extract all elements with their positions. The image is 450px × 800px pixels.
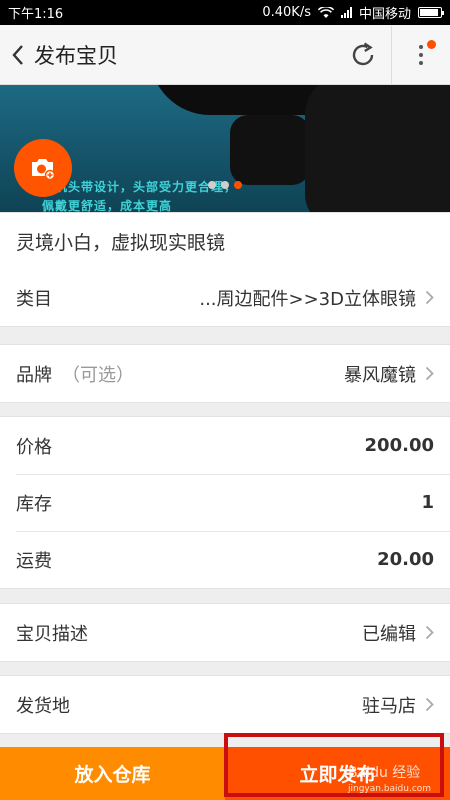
battery-icon <box>418 7 444 18</box>
baidu-watermark: Baidu 经验 jingyan.baidu.com <box>348 762 431 794</box>
category-value: ...周边配件>>3D立体眼镜 <box>199 288 416 310</box>
status-indicators: 0.40K/s 中国移动 <box>262 3 444 22</box>
stock-label: 库存 <box>16 493 52 515</box>
status-time: 下午1:16 <box>8 7 64 22</box>
chevron-right-icon <box>418 697 434 712</box>
page-title: 发布宝贝 <box>34 43 118 68</box>
origin-value: 驻马店 <box>362 695 416 717</box>
vr-padding-image <box>305 85 450 212</box>
brand-group: 品牌 （可选） 暴风魔镜 <box>0 344 450 403</box>
more-icon <box>419 44 423 65</box>
price-label: 价格 <box>16 436 52 458</box>
price-row[interactable]: 价格 200.00 <box>0 417 450 474</box>
carousel-indicator <box>208 181 242 189</box>
brand-value: 暴风魔镜 <box>344 364 416 386</box>
chevron-left-icon <box>12 44 23 65</box>
origin-row[interactable]: 发货地 驻马店 <box>0 676 450 733</box>
signal-icon <box>340 7 352 18</box>
stock-row[interactable]: 库存 1 <box>0 474 450 531</box>
chevron-right-icon <box>418 290 434 305</box>
description-row[interactable]: 宝贝描述 已编辑 <box>0 604 450 661</box>
product-title-input[interactable]: 灵境小白，虚拟现实眼镜 <box>0 213 450 269</box>
brand-label: 品牌 <box>16 364 52 386</box>
brand-row[interactable]: 品牌 （可选） 暴风魔镜 <box>0 345 450 402</box>
carousel-dot-active <box>234 181 242 189</box>
add-photo-button[interactable] <box>14 139 72 197</box>
price-value[interactable]: 200.00 <box>52 435 434 456</box>
description-group: 宝贝描述 已编辑 <box>0 603 450 662</box>
more-button[interactable] <box>392 25 450 85</box>
description-label: 宝贝描述 <box>16 623 88 645</box>
chevron-right-icon <box>418 625 434 640</box>
vr-headset-image <box>230 115 310 185</box>
nav-bar: 发布宝贝 <box>0 25 450 85</box>
category-row[interactable]: 类目 ...周边配件>>3D立体眼镜 <box>0 269 450 326</box>
refresh-button[interactable] <box>335 25 391 85</box>
basic-info-group: 灵境小白，虚拟现实眼镜 类目 ...周边配件>>3D立体眼镜 <box>0 212 450 327</box>
brand-optional-hint: （可选） <box>62 364 134 386</box>
chevron-right-icon <box>418 366 434 381</box>
back-button[interactable] <box>2 25 34 85</box>
wifi-icon <box>317 6 334 18</box>
refresh-icon <box>352 42 374 65</box>
pricing-group: 价格 200.00 库存 1 运费 20.00 <box>0 416 450 589</box>
carousel-dot <box>208 181 216 189</box>
status-bar: 下午1:16 0.40K/s 中国移动 <box>0 0 450 25</box>
save-to-warehouse-button[interactable]: 放入仓库 <box>0 747 225 800</box>
stock-value[interactable]: 1 <box>52 492 434 513</box>
network-speed: 0.40K/s <box>262 5 311 20</box>
watermark-brand: Baidu 经验 <box>348 765 421 781</box>
category-label: 类目 <box>16 288 52 310</box>
watermark-url: jingyan.baidu.com <box>348 784 432 794</box>
product-image-banner[interactable]: 耳机头带设计，头部受力更合理，佩戴更舒适，成本更高 <box>0 85 450 212</box>
origin-group: 发货地 驻马店 <box>0 675 450 734</box>
carousel-dot <box>221 181 229 189</box>
shipping-label: 运费 <box>16 550 52 572</box>
description-value: 已编辑 <box>362 623 416 645</box>
camera-icon <box>32 159 56 180</box>
notification-dot <box>427 39 436 49</box>
carrier-name: 中国移动 <box>358 7 411 22</box>
origin-label: 发货地 <box>16 695 70 717</box>
shipping-row[interactable]: 运费 20.00 <box>0 531 450 588</box>
shipping-value[interactable]: 20.00 <box>52 549 434 570</box>
